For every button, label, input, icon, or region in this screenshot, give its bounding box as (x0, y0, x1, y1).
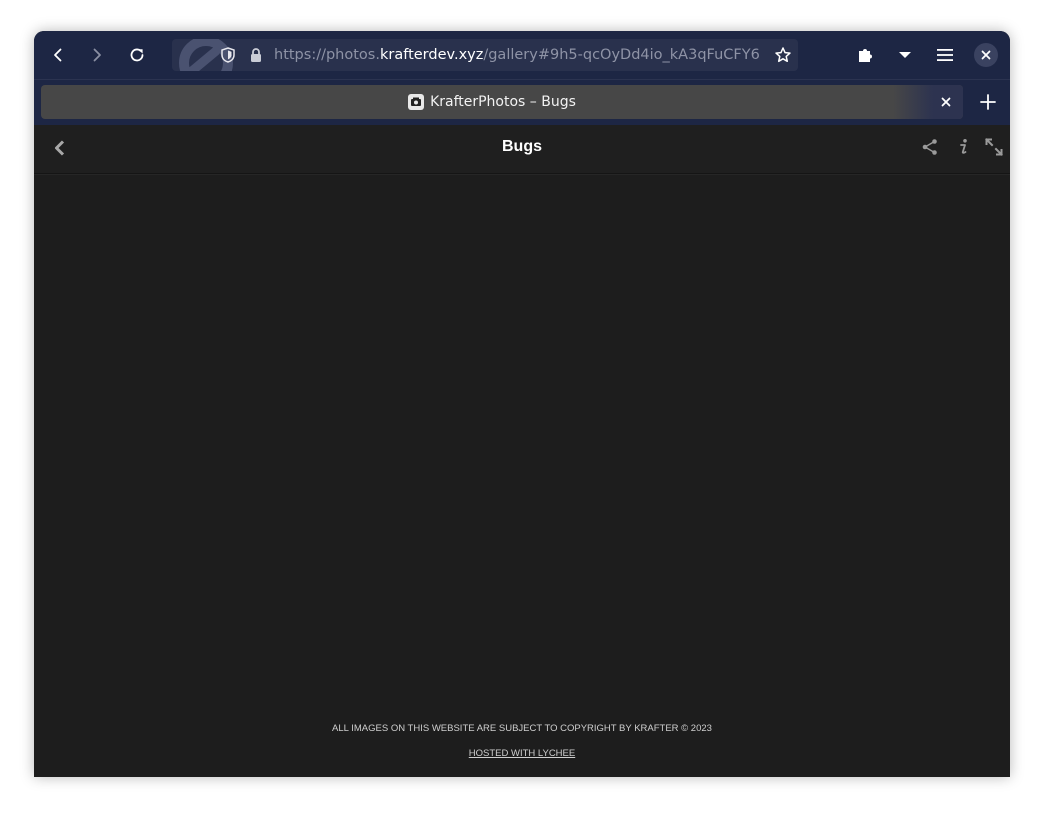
url-host: krafterdev.xyz (379, 47, 484, 63)
tab-active[interactable]: KrafterPhotos – Bugs (41, 85, 963, 119)
copyright-text: ALL IMAGES ON THIS WEBSITE ARE SUBJECT T… (332, 723, 712, 734)
lock-icon[interactable] (249, 47, 263, 63)
info-icon[interactable] (955, 138, 971, 156)
reload-icon (130, 48, 144, 62)
url-path: /gallery#9h5-qcOyDd4io_kA3qFuCFY6 (483, 47, 760, 63)
browser-window: https://photos.krafterdev.xyz/gallery#9h… (34, 31, 1010, 777)
tab-strip: KrafterPhotos – Bugs (34, 79, 1010, 125)
puzzle-piece-icon (859, 49, 872, 62)
tracking-shield-icon[interactable] (221, 47, 235, 63)
reload-button[interactable] (121, 39, 153, 71)
tab-title: KrafterPhotos – Bugs (430, 94, 576, 110)
back-button[interactable] (42, 39, 74, 71)
page-content: Bugs ALL IMAGES ON THIS WEBSITE ARE SUBJ… (34, 125, 1010, 777)
new-tab-plus-icon[interactable] (978, 92, 998, 112)
hosted-with-lychee-link[interactable]: HOSTED WITH LYCHEE (34, 748, 1010, 759)
fullscreen-icon[interactable] (985, 138, 1003, 156)
url-prefix: https://photos. (274, 47, 380, 63)
url-bar[interactable]: https://photos.krafterdev.xyz/gallery#9h… (172, 39, 798, 71)
bookmark-star-icon[interactable] (774, 46, 792, 64)
gallery-header: Bugs (34, 125, 1010, 174)
back-arrow-icon (54, 48, 62, 62)
navigation-toolbar: https://photos.krafterdev.xyz/gallery#9h… (34, 31, 1010, 79)
window-close-button[interactable] (974, 43, 998, 67)
list-all-tabs-button[interactable] (889, 39, 921, 71)
chevron-down-icon (899, 52, 911, 58)
page-title: Bugs (502, 138, 542, 155)
forward-button[interactable] (81, 39, 113, 71)
app-menu-button[interactable] (929, 39, 961, 71)
tab-label-wrap: KrafterPhotos – Bugs (41, 85, 943, 119)
extensions-button[interactable] (849, 39, 881, 71)
forward-arrow-icon (93, 48, 101, 62)
close-icon (981, 50, 991, 60)
url-text[interactable]: https://photos.krafterdev.xyz/gallery#9h… (274, 39, 760, 71)
hamburger-menu-icon (937, 49, 953, 61)
share-icon[interactable] (921, 138, 939, 156)
tab-close-icon[interactable] (938, 94, 954, 110)
footer: ALL IMAGES ON THIS WEBSITE ARE SUBJECT T… (34, 723, 1010, 759)
lychee-favicon-icon (408, 94, 425, 110)
